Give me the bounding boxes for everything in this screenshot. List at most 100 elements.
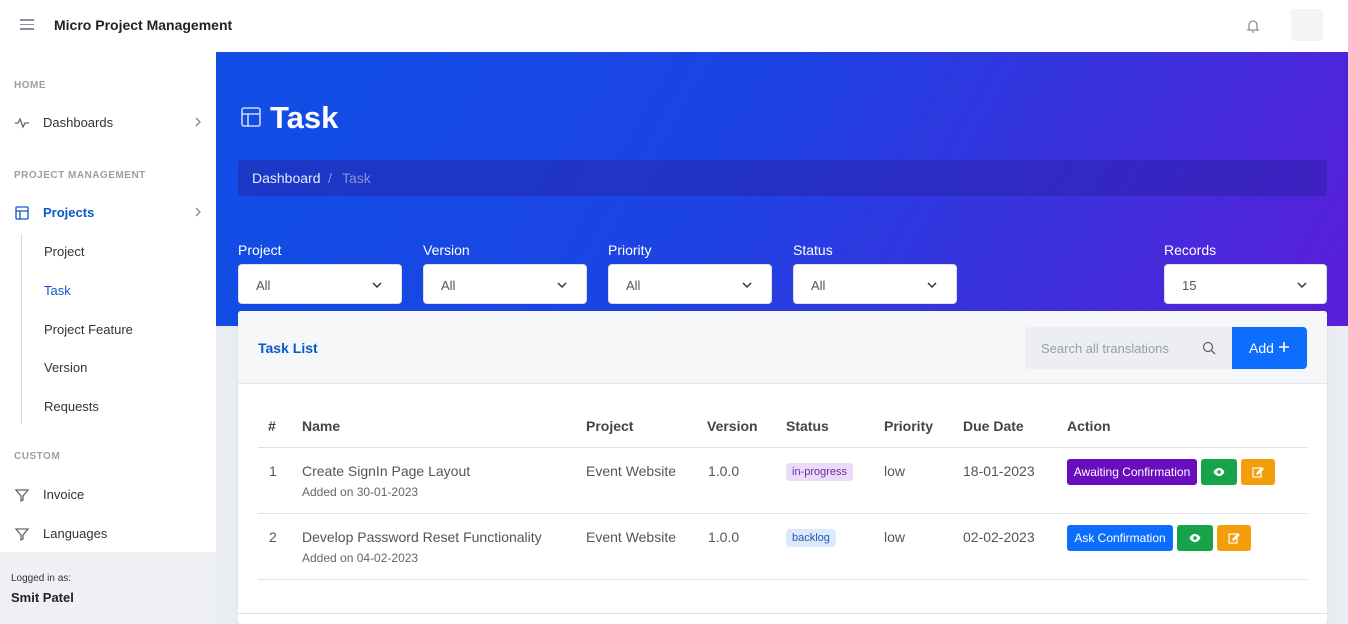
filter-version-select[interactable]: All [423,264,587,304]
sidebar-item-languages[interactable]: Languages [0,519,216,549]
sidebar-item-label: Projects [43,205,95,220]
search-box [1025,327,1232,369]
edit-icon [1252,467,1264,478]
edit-button[interactable] [1217,525,1251,551]
task-priority: low [884,529,906,545]
filter-status-label: Status [793,242,833,258]
sidebar-heading-custom: CUSTOM [14,451,61,462]
column-header-status: Status [786,418,829,434]
sidebar-subitem-project[interactable]: Project [44,244,84,259]
column-header-due-date: Due Date [963,418,1024,434]
task-due-date: 18-01-2023 [963,463,1035,479]
sidebar: HOME Dashboards PROJECT MANAGEMENT Proje… [0,52,216,624]
eye-icon [1213,468,1225,476]
sidebar-heading-project-management: PROJECT MANAGEMENT [14,170,146,181]
table-divider [258,513,1307,514]
view-button[interactable] [1201,459,1237,485]
edit-icon [1228,533,1240,544]
chevron-down-icon [1297,282,1307,289]
filter-priority-label: Priority [608,242,652,258]
task-added-date: Added on 30-01-2023 [302,485,419,499]
sidebar-item-invoice[interactable]: Invoice [0,480,216,510]
filter-priority-select[interactable]: All [608,264,772,304]
sidebar-subitem-requests[interactable]: Requests [44,399,99,414]
task-added-date: Added on 04-02-2023 [302,551,419,565]
top-bar: Micro Project Management [0,0,1348,52]
column-header-project: Project [586,418,634,434]
row-number: 1 [269,463,277,479]
filter-value: All [811,278,826,293]
sidebar-heading-home: HOME [14,80,46,91]
task-project: Event Website [586,529,677,545]
logged-in-label: Logged in as: [11,573,72,584]
avatar[interactable] [1291,9,1323,41]
filter-icon [14,528,30,542]
ask-confirmation-button[interactable]: Ask Confirmation [1067,525,1173,551]
add-button[interactable]: Add [1232,327,1307,369]
filter-project-label: Project [238,242,282,258]
task-name: Create SignIn Page Layout [302,463,471,479]
filter-version-label: Version [423,242,470,258]
column-header-number: # [268,418,276,434]
eye-icon [1189,534,1201,542]
table-divider [258,579,1307,580]
column-header-version: Version [707,418,758,434]
column-header-name: Name [302,418,341,434]
task-list-card: Task List Add # Name Project Version Sta… [238,311,1327,624]
view-button[interactable] [1177,525,1213,551]
page-title: Task [270,100,339,135]
filter-value: All [626,278,641,293]
sidebar-footer: Logged in as: Smit Patel [0,552,216,624]
column-header-action: Action [1067,418,1111,434]
chevron-down-icon [927,282,937,289]
sidebar-subitem-project-feature[interactable]: Project Feature [44,322,133,337]
task-due-date: 02-02-2023 [963,529,1035,545]
status-badge: backlog [786,529,836,547]
sidebar-item-label: Dashboards [43,115,114,130]
bell-icon[interactable] [1245,18,1261,34]
filter-value: 15 [1182,278,1197,293]
sidebar-item-label: Languages [43,526,108,541]
submenu-line [21,234,22,424]
chevron-down-icon [557,282,567,289]
status-badge: in-progress [786,463,854,481]
activity-icon [15,117,29,129]
add-button-label: Add [1249,340,1274,356]
sidebar-item-projects[interactable]: Projects [0,198,216,228]
task-version: 1.0.0 [708,463,740,479]
layout-icon [241,107,261,127]
filter-project-select[interactable]: All [238,264,402,304]
filter-icon [14,489,30,503]
edit-button[interactable] [1241,459,1275,485]
card-footer-divider [238,613,1327,614]
row-number: 2 [269,529,277,545]
search-icon[interactable] [1202,341,1216,355]
menu-icon[interactable] [20,19,34,33]
task-priority: low [884,463,906,479]
plus-icon [1279,342,1289,352]
filter-records-label: Records [1164,242,1217,258]
card-header: Task List Add [238,311,1327,384]
filter-value: All [441,278,456,293]
breadcrumb: Dashboard / Task [238,160,1327,196]
filter-records-select[interactable]: 15 [1164,264,1327,304]
sidebar-subitem-task[interactable]: Task [44,283,71,298]
sidebar-item-dashboards[interactable]: Dashboards [0,108,216,138]
filter-status-select[interactable]: All [793,264,957,304]
chevron-right-icon [195,117,201,127]
card-title: Task List [258,340,318,356]
breadcrumb-current: Task [342,170,371,186]
layout-icon [15,206,29,220]
column-header-priority: Priority [884,418,934,434]
filter-value: All [256,278,271,293]
task-name: Develop Password Reset Functionality [302,529,542,545]
chevron-down-icon [372,282,382,289]
sidebar-subitem-version[interactable]: Version [44,360,87,375]
chevron-right-icon [195,207,201,217]
awaiting-confirmation-button[interactable]: Awaiting Confirmation [1067,459,1197,485]
table-divider [258,447,1307,448]
task-version: 1.0.0 [708,529,740,545]
task-project: Event Website [586,463,677,479]
search-input[interactable] [1025,327,1195,369]
breadcrumb-dashboard[interactable]: Dashboard [252,170,321,186]
